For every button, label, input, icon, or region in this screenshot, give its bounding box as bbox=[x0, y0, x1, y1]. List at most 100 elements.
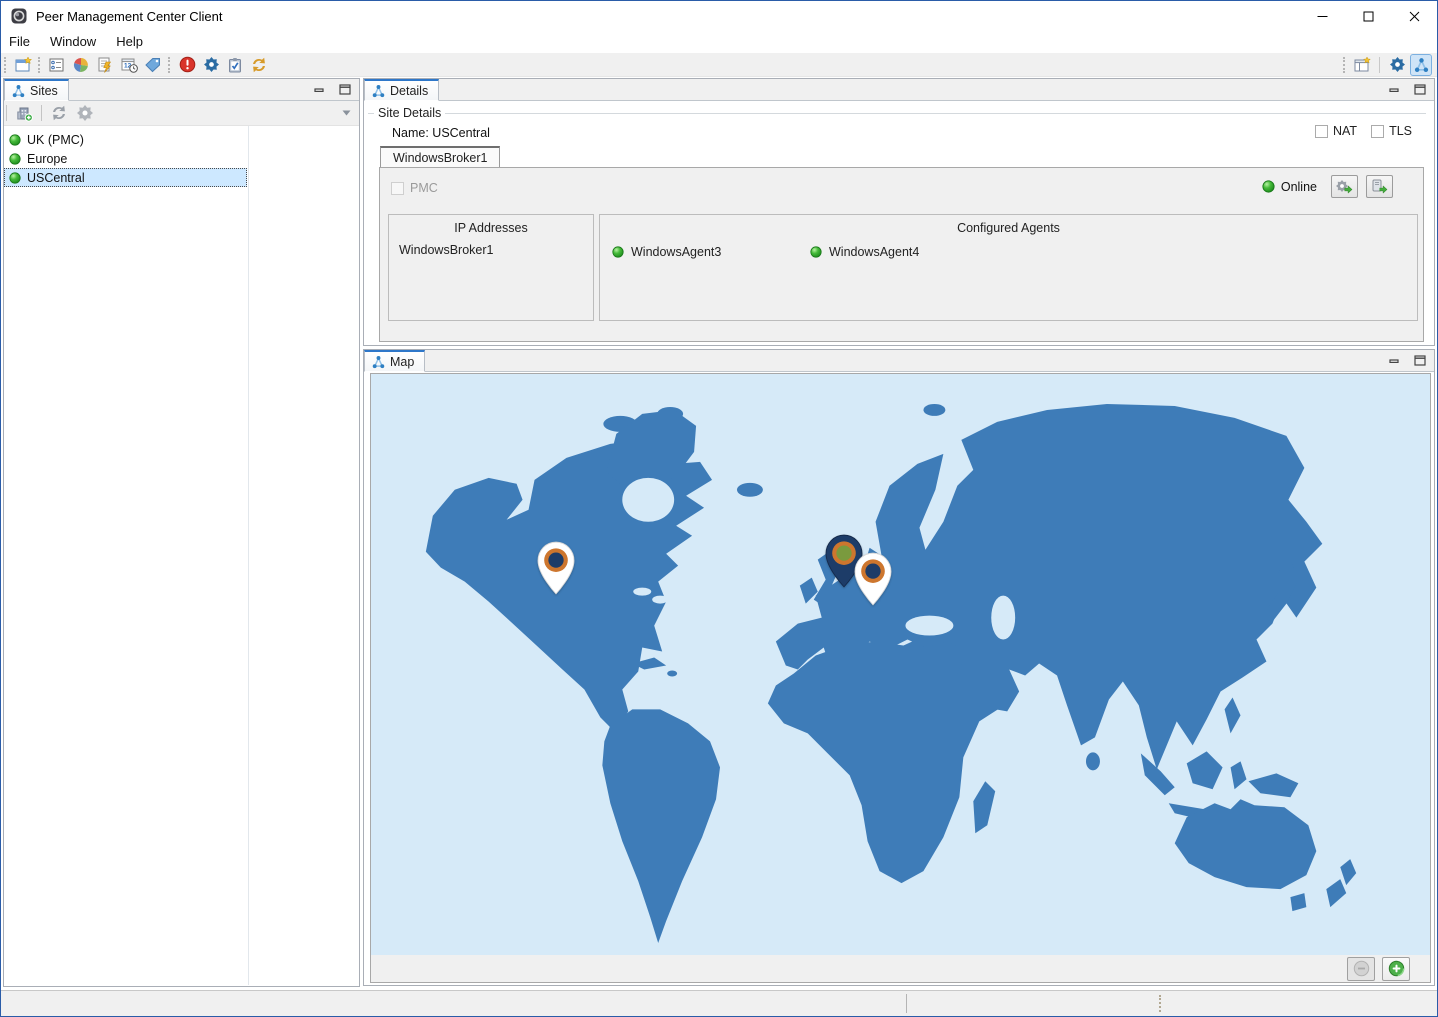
nat-checkbox-box[interactable] bbox=[1315, 125, 1328, 138]
site-label: USCentral bbox=[27, 171, 85, 185]
gear-run-button[interactable] bbox=[1331, 175, 1358, 198]
minimize-view-icon[interactable] bbox=[1386, 82, 1402, 96]
site-row-uscentral[interactable]: USCentral bbox=[4, 168, 247, 187]
site-row-europe[interactable]: Europe bbox=[4, 149, 247, 168]
online-status-icon bbox=[9, 134, 21, 146]
site-name-value: Name: USCentral bbox=[392, 126, 490, 140]
map-panel-header: Map bbox=[364, 350, 1434, 372]
transfer-arrows-icon[interactable] bbox=[49, 103, 69, 123]
pmc-checkbox: PMC bbox=[391, 181, 438, 195]
map-pin-europe[interactable] bbox=[852, 552, 894, 606]
minimize-view-icon[interactable] bbox=[1386, 353, 1402, 367]
pmc-label: PMC bbox=[410, 181, 438, 195]
tls-label: TLS bbox=[1389, 124, 1412, 138]
server-launch-button[interactable] bbox=[1366, 175, 1393, 198]
add-site-icon[interactable] bbox=[14, 103, 34, 123]
task-clipboard-icon[interactable] bbox=[225, 55, 245, 75]
network-icon bbox=[372, 84, 385, 98]
menu-file[interactable]: File bbox=[9, 32, 40, 52]
alert-icon[interactable] bbox=[177, 55, 197, 75]
document-flash-icon[interactable] bbox=[95, 55, 115, 75]
toolbar-drag-handle[interactable] bbox=[4, 57, 7, 73]
open-perspective-icon[interactable] bbox=[1352, 55, 1372, 75]
site-label: UK (PMC) bbox=[27, 133, 84, 147]
tree-column-divider bbox=[248, 126, 249, 985]
pie-chart-icon[interactable] bbox=[71, 55, 91, 75]
toolbar-drag-handle[interactable] bbox=[168, 57, 171, 73]
app-window: Peer Management Center Client File Windo… bbox=[0, 0, 1438, 1017]
tab-details[interactable]: Details bbox=[364, 79, 439, 101]
maximize-view-icon[interactable] bbox=[1412, 82, 1428, 96]
online-status-icon bbox=[810, 246, 822, 258]
close-button[interactable] bbox=[1391, 1, 1437, 31]
agent-label: WindowsAgent3 bbox=[631, 245, 721, 259]
map-pin-uscentral[interactable] bbox=[535, 541, 577, 595]
zoom-in-button[interactable] bbox=[1382, 957, 1410, 981]
sync-arrows-icon[interactable] bbox=[249, 55, 269, 75]
maximize-view-icon[interactable] bbox=[337, 82, 353, 96]
map-tab-label: Map bbox=[390, 355, 414, 369]
view-menu-chevron[interactable] bbox=[342, 110, 351, 116]
broker-detail-box: PMC Online IP Addresses Win bbox=[379, 167, 1424, 342]
toolbar-separator bbox=[41, 105, 42, 121]
world-map-image bbox=[371, 374, 1430, 955]
tls-checkbox[interactable]: TLS bbox=[1371, 124, 1412, 138]
details-panel: Details Site Details Name: USCentral NAT bbox=[363, 78, 1435, 346]
sites-tab-label: Sites bbox=[30, 84, 58, 98]
sites-panel: Sites UK (PMC) bbox=[3, 78, 360, 987]
minimize-button[interactable] bbox=[1299, 1, 1345, 31]
gear-icon[interactable] bbox=[201, 55, 221, 75]
tag-icon[interactable] bbox=[143, 55, 163, 75]
ip-addresses-group: IP Addresses WindowsBroker1 bbox=[388, 214, 594, 321]
toolbar-drag-handle[interactable] bbox=[1343, 57, 1346, 73]
gear-run-icon bbox=[1336, 179, 1353, 194]
menu-window[interactable]: Window bbox=[40, 32, 106, 52]
ip-address-item: WindowsBroker1 bbox=[399, 243, 493, 257]
calendar-clock-icon[interactable]: 12 bbox=[119, 55, 139, 75]
tls-checkbox-box[interactable] bbox=[1371, 125, 1384, 138]
agent-entry-windowsagent4: WindowsAgent4 bbox=[810, 245, 919, 259]
app-icon bbox=[11, 8, 27, 24]
sites-tree[interactable]: UK (PMC) Europe USCentral bbox=[4, 126, 359, 985]
status-bar bbox=[1, 990, 1437, 1016]
agent-entry-windowsagent3: WindowsAgent3 bbox=[612, 245, 721, 259]
zoom-in-icon bbox=[1388, 960, 1405, 977]
online-status-icon bbox=[9, 153, 21, 165]
nat-checkbox[interactable]: NAT bbox=[1315, 124, 1357, 138]
toolbar-separator bbox=[6, 105, 7, 121]
toolbar-drag-handle[interactable] bbox=[38, 57, 41, 73]
broker-tab-label: WindowsBroker1 bbox=[393, 151, 487, 165]
status-bar-separator bbox=[906, 994, 907, 1013]
new-connection-icon[interactable] bbox=[13, 55, 33, 75]
maximize-button[interactable] bbox=[1345, 1, 1391, 31]
pmc-perspective-icon[interactable] bbox=[1411, 55, 1431, 75]
map-container bbox=[370, 373, 1431, 983]
maximize-view-icon[interactable] bbox=[1412, 353, 1428, 367]
window-title: Peer Management Center Client bbox=[36, 9, 222, 24]
broker-status-label: Online bbox=[1281, 180, 1317, 194]
network-icon bbox=[12, 84, 25, 98]
world-map[interactable] bbox=[371, 374, 1430, 955]
status-bar-grip[interactable] bbox=[1159, 995, 1162, 1012]
tab-sites[interactable]: Sites bbox=[4, 79, 69, 101]
site-details-group: Site Details bbox=[368, 106, 1426, 120]
minimize-view-icon[interactable] bbox=[311, 82, 327, 96]
site-row-uk[interactable]: UK (PMC) bbox=[4, 130, 247, 149]
title-bar[interactable]: Peer Management Center Client bbox=[1, 1, 1437, 31]
map-panel: Map bbox=[363, 349, 1435, 986]
main-toolbar: 12 bbox=[1, 53, 1437, 77]
nat-label: NAT bbox=[1333, 124, 1357, 138]
settings-gear-icon[interactable] bbox=[1387, 55, 1407, 75]
menu-bar: File Window Help bbox=[1, 31, 1437, 53]
zoom-out-button bbox=[1347, 957, 1375, 981]
details-panel-header: Details bbox=[364, 79, 1434, 101]
agent-label: WindowsAgent4 bbox=[829, 245, 919, 259]
online-status-icon bbox=[612, 246, 624, 258]
gear-icon[interactable] bbox=[75, 103, 95, 123]
tab-map[interactable]: Map bbox=[364, 350, 425, 372]
sites-toolbar bbox=[4, 101, 359, 126]
preferences-form-icon[interactable] bbox=[47, 55, 67, 75]
tab-windowsbroker1[interactable]: WindowsBroker1 bbox=[380, 146, 500, 167]
menu-help[interactable]: Help bbox=[106, 32, 153, 52]
configured-agents-group: Configured Agents WindowsAgent3 WindowsA… bbox=[599, 214, 1418, 321]
